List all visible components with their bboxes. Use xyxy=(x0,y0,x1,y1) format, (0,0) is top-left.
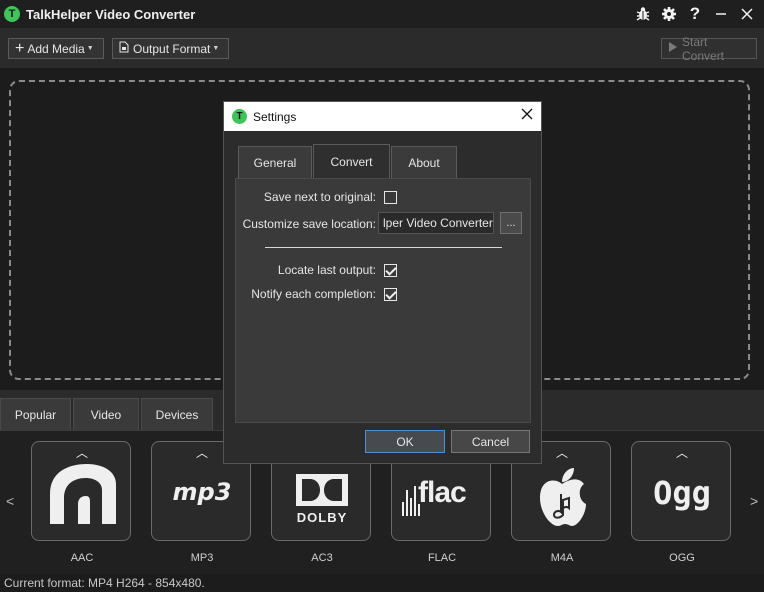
notify-each-completion-label: Notify each completion: xyxy=(251,287,376,301)
minimize-icon[interactable] xyxy=(708,0,734,28)
app-title: TalkHelper Video Converter xyxy=(26,6,196,22)
format-label: AAC xyxy=(70,552,94,564)
file-icon xyxy=(119,41,129,56)
add-media-button[interactable]: + Add Media ▼ xyxy=(8,38,104,59)
format-label: FLAC xyxy=(427,552,457,564)
format-label: M4A xyxy=(550,552,574,564)
divider xyxy=(265,247,502,248)
close-icon[interactable] xyxy=(521,107,533,125)
scroll-right-icon[interactable]: > xyxy=(750,493,758,509)
gear-icon[interactable] xyxy=(656,0,682,28)
convert-settings-panel: Save next to original: Customize save lo… xyxy=(235,178,531,423)
close-icon[interactable] xyxy=(734,0,760,28)
save-next-to-original-checkbox[interactable] xyxy=(384,191,397,204)
add-media-label: Add Media xyxy=(27,41,85,56)
play-icon xyxy=(668,41,678,56)
chevron-up-icon: ︿ xyxy=(196,446,209,460)
tab-convert[interactable]: Convert xyxy=(313,144,390,178)
toolbar: + Add Media ▼ Output Format ▼ Start Conv… xyxy=(0,28,764,68)
start-convert-button[interactable]: Start Convert xyxy=(661,35,757,63)
chevron-up-icon: ︿ xyxy=(676,446,689,460)
ok-button[interactable]: OK xyxy=(365,430,445,453)
format-label: MP3 xyxy=(190,552,214,564)
bug-icon[interactable] xyxy=(630,0,656,28)
notify-each-completion-checkbox[interactable] xyxy=(384,288,397,301)
cancel-button[interactable]: Cancel xyxy=(451,430,530,453)
title-bar: T TalkHelper Video Converter ? xyxy=(0,0,764,28)
output-format-label: Output Format xyxy=(133,41,211,56)
browse-button[interactable]: ... xyxy=(500,212,522,234)
tab-devices[interactable]: Devices xyxy=(141,398,213,430)
format-item-aac[interactable]: ︿ AAC xyxy=(31,441,133,564)
tab-about[interactable]: About xyxy=(391,146,457,178)
tab-general[interactable]: General xyxy=(238,146,312,178)
app-logo-icon: T xyxy=(4,6,20,22)
dolby-text: DOLBY xyxy=(296,510,348,525)
chevron-down-icon: ▼ xyxy=(86,45,94,52)
format-item-ogg[interactable]: ︿ Ogg OGG xyxy=(631,441,733,564)
save-location-field[interactable]: lper Video Converter xyxy=(378,212,494,234)
tab-popular[interactable]: Popular xyxy=(0,398,71,430)
locate-last-output-label: Locate last output: xyxy=(277,263,376,277)
aac-icon xyxy=(50,464,116,524)
help-icon[interactable]: ? xyxy=(682,0,708,28)
format-label: AC3 xyxy=(311,552,333,564)
plus-icon: + xyxy=(15,39,25,57)
dialog-title-bar: T Settings xyxy=(224,102,541,131)
start-convert-label: Start Convert xyxy=(682,34,725,63)
ogg-icon: Ogg xyxy=(653,474,711,512)
output-format-button[interactable]: Output Format ▼ xyxy=(112,38,229,59)
flac-icon: flac xyxy=(418,476,467,509)
scroll-left-icon[interactable]: < xyxy=(6,493,14,509)
app-logo-icon: T xyxy=(232,109,247,124)
customize-save-location-label: Customize save location: xyxy=(242,217,376,231)
dialog-title: Settings xyxy=(253,109,297,124)
save-next-to-original-label: Save next to original: xyxy=(263,190,376,204)
mp3-icon: mp3 xyxy=(172,478,232,506)
settings-dialog: T Settings General Convert About Save ne… xyxy=(223,101,542,464)
status-bar: Current format: MP4 H264 - 854x480. xyxy=(0,574,764,592)
locate-last-output-checkbox[interactable] xyxy=(384,264,397,277)
chevron-down-icon: ▼ xyxy=(212,45,220,52)
tab-video[interactable]: Video xyxy=(73,398,139,430)
format-label: OGG xyxy=(669,552,695,564)
